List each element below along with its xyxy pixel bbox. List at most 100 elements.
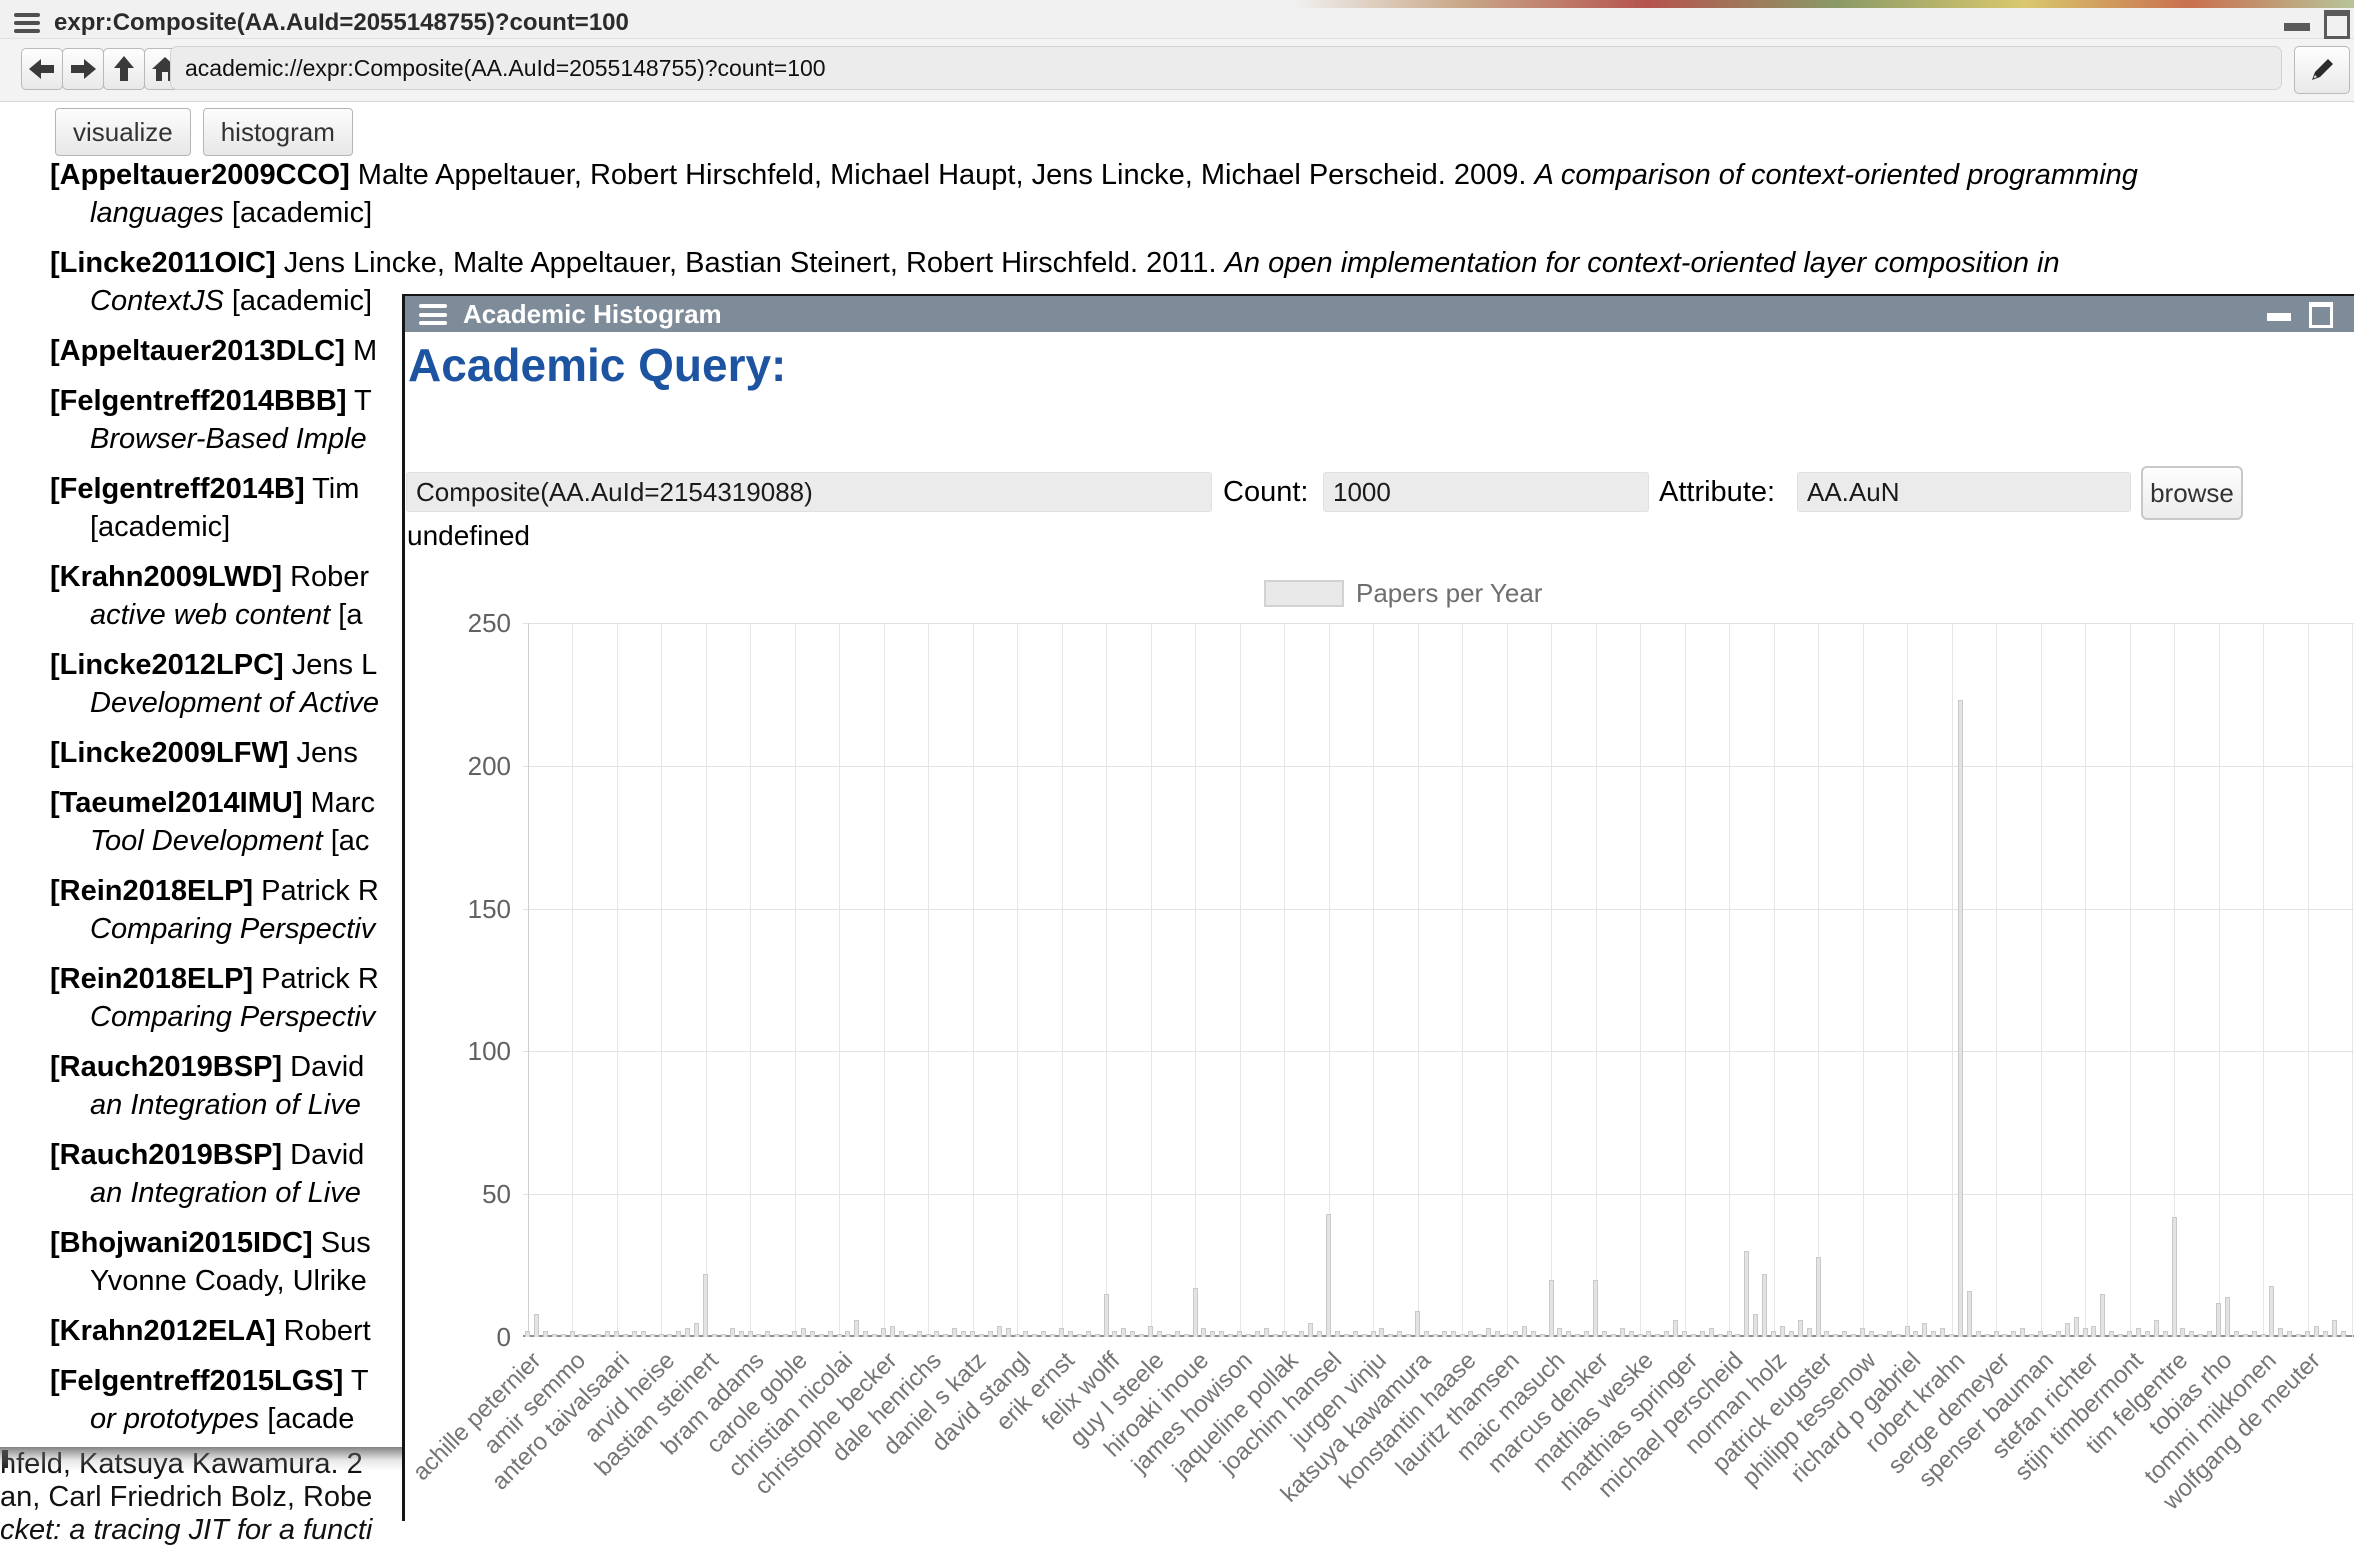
bar[interactable]	[988, 1331, 993, 1337]
bar[interactable]	[1789, 1331, 1794, 1337]
bar[interactable]	[721, 1334, 726, 1337]
bar[interactable]	[1655, 1334, 1660, 1337]
bar[interactable]	[783, 1334, 788, 1337]
bar[interactable]	[1442, 1331, 1447, 1337]
bar[interactable]	[1397, 1331, 1402, 1337]
bar[interactable]	[1638, 1334, 1643, 1337]
bar[interactable]	[926, 1334, 931, 1337]
bar[interactable]	[1664, 1331, 1669, 1337]
bar[interactable]	[1611, 1334, 1616, 1337]
bar[interactable]	[2180, 1328, 2185, 1337]
maximize-icon[interactable]	[2309, 302, 2333, 328]
bar[interactable]	[2074, 1317, 2079, 1337]
bar[interactable]	[1201, 1328, 1206, 1337]
bar[interactable]	[1513, 1331, 1518, 1337]
bar[interactable]	[1602, 1331, 1607, 1337]
bar[interactable]	[2314, 1326, 2319, 1337]
bar[interactable]	[837, 1334, 842, 1337]
bar[interactable]	[997, 1326, 1002, 1337]
back-button[interactable]	[21, 48, 63, 90]
bar[interactable]	[1344, 1334, 1349, 1337]
bar[interactable]	[2136, 1328, 2141, 1337]
bar[interactable]	[2172, 1217, 2177, 1337]
bar[interactable]	[1807, 1328, 1812, 1337]
bar[interactable]	[810, 1331, 815, 1337]
bar[interactable]	[1112, 1331, 1117, 1337]
browse-button[interactable]: browse	[2141, 466, 2243, 520]
bar[interactable]	[2065, 1323, 2070, 1337]
bar[interactable]	[1032, 1334, 1037, 1337]
papers-per-year-chart[interactable]	[523, 623, 2354, 1337]
menu-icon[interactable]	[14, 13, 40, 33]
bar[interactable]	[1388, 1334, 1393, 1337]
bar[interactable]	[1949, 1334, 1954, 1337]
bar[interactable]	[1557, 1328, 1562, 1337]
bar[interactable]	[1077, 1334, 1082, 1337]
window-titlebar[interactable]: expr:Composite(AA.AuId=2055148755)?count…	[0, 8, 2354, 39]
bar[interactable]	[1958, 700, 1963, 1337]
bar[interactable]	[1166, 1334, 1171, 1337]
bar[interactable]	[1575, 1334, 1580, 1337]
bar[interactable]	[1646, 1331, 1651, 1337]
bar[interactable]	[2198, 1334, 2203, 1337]
bar[interactable]	[863, 1331, 868, 1337]
forward-button[interactable]	[62, 48, 104, 90]
bar[interactable]	[650, 1334, 655, 1337]
bar[interactable]	[1006, 1328, 1011, 1337]
bar[interactable]	[908, 1334, 913, 1337]
bar[interactable]	[2083, 1328, 2088, 1337]
bar[interactable]	[828, 1331, 833, 1337]
bar[interactable]	[1994, 1331, 1999, 1337]
bar[interactable]	[739, 1331, 744, 1337]
bar[interactable]	[1780, 1326, 1785, 1337]
bar[interactable]	[2225, 1297, 2230, 1337]
bar[interactable]	[587, 1334, 592, 1337]
bar[interactable]	[2305, 1331, 2310, 1337]
bar[interactable]	[1210, 1331, 1215, 1337]
bar[interactable]	[623, 1334, 628, 1337]
query-input[interactable]: Composite(AA.AuId=2154319088)	[406, 472, 1212, 512]
histogram-button[interactable]: histogram	[203, 108, 353, 156]
bar[interactable]	[2269, 1286, 2274, 1337]
bar[interactable]	[1299, 1331, 1304, 1337]
bar[interactable]	[1504, 1334, 1509, 1337]
bar[interactable]	[730, 1328, 735, 1337]
bar[interactable]	[1335, 1331, 1340, 1337]
bar[interactable]	[543, 1331, 548, 1337]
bar[interactable]	[2341, 1331, 2346, 1337]
bar[interactable]	[1896, 1334, 1901, 1337]
minimize-icon[interactable]	[2284, 23, 2310, 31]
bar[interactable]	[685, 1328, 690, 1337]
bar[interactable]	[2189, 1331, 2194, 1337]
bar[interactable]	[1433, 1334, 1438, 1337]
bar[interactable]	[1290, 1334, 1295, 1337]
histogram-window-titlebar[interactable]: Academic Histogram	[405, 296, 2354, 332]
bar[interactable]	[1095, 1334, 1100, 1337]
bar[interactable]	[1050, 1334, 1055, 1337]
bar[interactable]	[1228, 1334, 1233, 1337]
bar[interactable]	[1985, 1334, 1990, 1337]
minimize-icon[interactable]	[2267, 313, 2291, 321]
bar[interactable]	[801, 1328, 806, 1337]
bar[interactable]	[1735, 1334, 1740, 1337]
bar[interactable]	[1682, 1331, 1687, 1337]
menu-icon[interactable]	[419, 304, 447, 325]
bar[interactable]	[1620, 1328, 1625, 1337]
bar[interactable]	[605, 1331, 610, 1337]
bar[interactable]	[2296, 1334, 2301, 1337]
bar[interactable]	[1264, 1328, 1269, 1337]
up-button[interactable]	[103, 48, 145, 90]
bar[interactable]	[2216, 1303, 2221, 1337]
bar[interactable]	[1913, 1331, 1918, 1337]
bar[interactable]	[1148, 1326, 1153, 1337]
bar[interactable]	[2020, 1328, 2025, 1337]
bar[interactable]	[1824, 1331, 1829, 1337]
bar[interactable]	[1068, 1331, 1073, 1337]
count-input[interactable]: 1000	[1323, 472, 1649, 512]
bar[interactable]	[1193, 1288, 1198, 1337]
bar[interactable]	[561, 1334, 566, 1337]
bar[interactable]	[1015, 1334, 1020, 1337]
bar[interactable]	[1816, 1257, 1821, 1337]
bar[interactable]	[1059, 1328, 1064, 1337]
bar[interactable]	[1023, 1331, 1028, 1337]
